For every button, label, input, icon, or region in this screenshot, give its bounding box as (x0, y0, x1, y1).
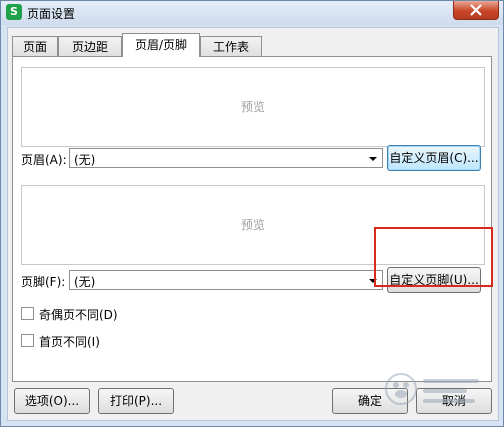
wps-spreadsheet-icon: S (6, 4, 22, 20)
title-bar[interactable]: S 页面设置 (1, 1, 503, 25)
custom-header-button[interactable]: 自定义页眉(C)... (387, 145, 481, 171)
highlight-annotation-box (374, 227, 493, 287)
header-footer-panel: 预览 页眉(A): (无) 自定义页眉(C)... 预览 页脚(F): (无) … (12, 56, 492, 382)
header-select[interactable]: (无) (69, 148, 383, 168)
page-setup-dialog: S 页面设置 页面 页边距 页眉/页脚 工作表 预览 页眉(A): (无) 自定… (0, 0, 504, 427)
footer-select-value: (无) (74, 275, 96, 289)
first-page-checkbox[interactable] (21, 334, 34, 347)
tab-page[interactable]: 页面 (12, 36, 58, 56)
chevron-down-icon (369, 157, 377, 161)
header-label: 页眉(A): (21, 153, 67, 167)
footer-label: 页脚(F): (21, 275, 66, 289)
close-icon (470, 4, 482, 16)
header-select-value: (无) (74, 153, 96, 167)
footer-select[interactable]: (无) (69, 270, 383, 290)
window-title: 页面设置 (27, 7, 76, 21)
first-page-label: 首页不同(I) (39, 335, 100, 349)
close-button[interactable] (453, 1, 499, 20)
tab-header-footer[interactable]: 页眉/页脚 (122, 33, 200, 57)
print-button[interactable]: 打印(P)... (98, 388, 174, 414)
baidu-watermark (385, 373, 479, 405)
dialog-body: 页面 页边距 页眉/页脚 工作表 预览 页眉(A): (无) 自定义页眉(C).… (7, 27, 499, 421)
options-button[interactable]: 选项(O)... (14, 388, 90, 414)
odd-even-label: 奇偶页不同(D) (39, 308, 118, 322)
tab-margins[interactable]: 页边距 (58, 36, 122, 56)
header-preview: 预览 (21, 67, 485, 147)
tab-sheet[interactable]: 工作表 (200, 36, 262, 56)
odd-even-checkbox[interactable] (21, 307, 34, 320)
